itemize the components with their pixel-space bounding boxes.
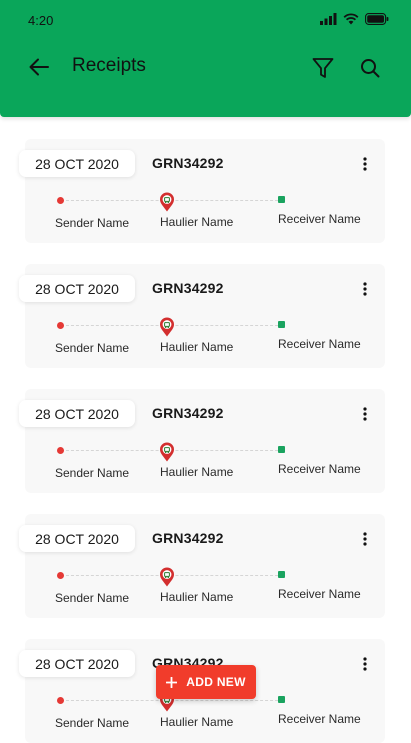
receipt-grn: GRN34292 [152, 280, 224, 296]
receiver-name: Receiver Name [278, 212, 361, 226]
more-options-button[interactable] [357, 405, 373, 423]
haulier-name: Haulier Name [160, 590, 234, 604]
receipt-card[interactable]: 28 OCT 2020 GRN34292 Sender Name Haulier… [19, 514, 385, 618]
add-new-label: ADD NEW [186, 675, 246, 689]
more-options-button[interactable] [357, 530, 373, 548]
sender-name: Sender Name [55, 591, 130, 605]
receipt-date: 28 OCT 2020 [19, 525, 135, 552]
sender-name: Sender Name [55, 341, 130, 355]
sender-name: Sender Name [55, 216, 130, 230]
receipt-grn: GRN34292 [152, 530, 224, 546]
plus-icon [166, 676, 178, 688]
search-button[interactable] [356, 54, 384, 82]
receiver-name: Receiver Name [278, 712, 361, 726]
map-pin-icon [160, 567, 174, 587]
more-vert-icon [363, 282, 367, 296]
wifi-icon [343, 13, 359, 25]
haulier-name: Haulier Name [160, 465, 234, 479]
search-icon [361, 59, 380, 78]
receiver-dot [278, 571, 285, 578]
sender-dot [57, 697, 64, 704]
haulier-name: Haulier Name [160, 715, 234, 729]
receipt-card[interactable]: 28 OCT 2020 GRN34292 Sender Name Haulier… [19, 264, 385, 368]
more-options-button[interactable] [357, 155, 373, 173]
receipt-grn: GRN34292 [152, 405, 224, 421]
filter-button[interactable] [309, 54, 337, 82]
receiver-dot [278, 446, 285, 453]
map-pin-icon [160, 317, 174, 337]
arrow-left-icon [29, 58, 49, 76]
receipt-date: 28 OCT 2020 [19, 400, 135, 427]
receipt-date: 28 OCT 2020 [19, 650, 135, 677]
sender-dot [57, 447, 64, 454]
status-bar: 4:20 [0, 0, 411, 42]
add-new-button[interactable]: ADD NEW [156, 665, 256, 699]
receiver-dot [278, 321, 285, 328]
receiver-dot [278, 696, 285, 703]
receiver-name: Receiver Name [278, 337, 361, 351]
app-bar: 4:20 Receipts [0, 0, 411, 117]
system-icons [320, 12, 389, 26]
haulier-name: Haulier Name [160, 215, 234, 229]
receipt-grn: GRN34292 [152, 155, 224, 171]
page-title: Receipts [72, 55, 146, 76]
receiver-dot [278, 196, 285, 203]
receipt-card[interactable]: 28 OCT 2020 GRN34292 Sender Name Haulier… [19, 139, 385, 243]
more-vert-icon [363, 532, 367, 546]
haulier-name: Haulier Name [160, 340, 234, 354]
receipt-date: 28 OCT 2020 [19, 275, 135, 302]
more-vert-icon [363, 157, 367, 171]
status-time: 4:20 [28, 13, 54, 28]
battery-icon [365, 13, 389, 25]
sender-dot [57, 197, 64, 204]
sender-dot [57, 322, 64, 329]
sender-name: Sender Name [55, 716, 130, 730]
receipt-date: 28 OCT 2020 [19, 150, 135, 177]
map-pin-icon [160, 442, 174, 462]
sender-dot [57, 572, 64, 579]
more-options-button[interactable] [357, 280, 373, 298]
map-pin-icon [160, 192, 174, 212]
receiver-name: Receiver Name [278, 587, 361, 601]
more-vert-icon [363, 657, 367, 671]
receipt-card[interactable]: 28 OCT 2020 GRN34292 Sender Name Haulier… [19, 389, 385, 493]
back-button[interactable] [26, 54, 52, 80]
receiver-name: Receiver Name [278, 462, 361, 476]
more-options-button[interactable] [357, 655, 373, 673]
signal-icon [320, 13, 337, 25]
filter-icon [312, 58, 334, 78]
toolbar: Receipts [0, 42, 411, 90]
sender-name: Sender Name [55, 466, 130, 480]
more-vert-icon [363, 407, 367, 421]
